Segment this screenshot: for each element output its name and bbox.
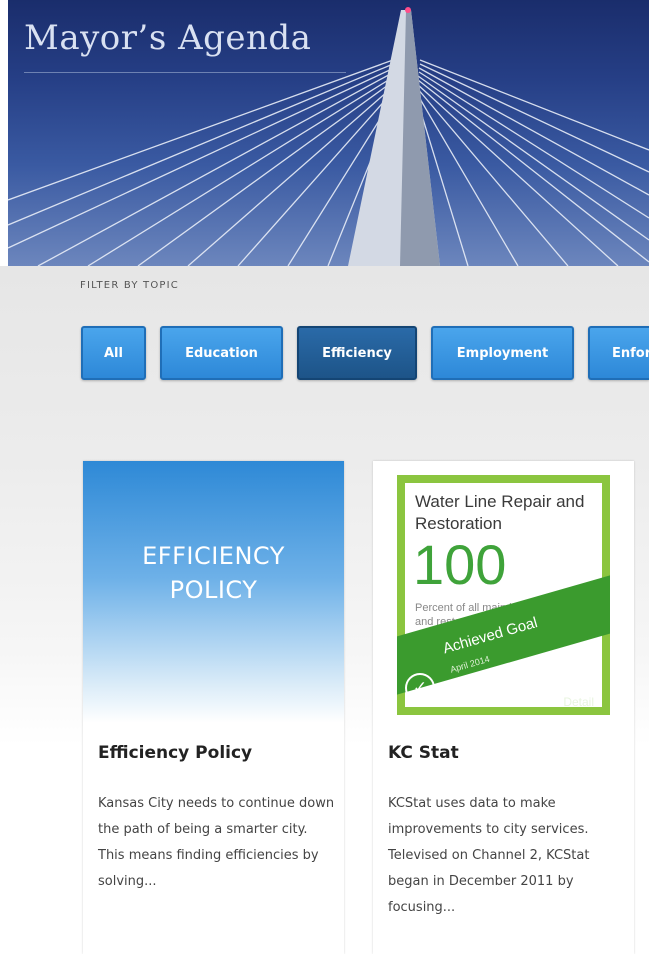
card-image-caption: EFFICIENCY POLICY [142, 542, 285, 604]
filter-button-efficiency[interactable]: Efficiency [297, 326, 417, 380]
checkmark-icon: ✓ [405, 673, 435, 703]
agenda-card-kc-stat[interactable]: Water Line Repair and Restoration 100 Pe… [373, 461, 634, 954]
card-description: KCStat uses data to make improvements to… [388, 796, 590, 915]
title-divider [24, 72, 346, 73]
agenda-card-efficiency-policy[interactable]: EFFICIENCY POLICY Efficiency Policy Kans… [83, 461, 344, 954]
tile-title: Water Line Repair and Restoration [415, 492, 585, 533]
kcstat-tile[interactable]: Water Line Repair and Restoration 100 Pe… [397, 475, 610, 715]
card-image[interactable]: Water Line Repair and Restoration 100 Pe… [373, 461, 634, 723]
filter-label: FILTER BY TOPIC [80, 280, 179, 291]
card-image[interactable]: EFFICIENCY POLICY [83, 461, 344, 723]
filter-button-employment[interactable]: Employment [431, 326, 574, 380]
page-title: Mayor’s Agenda [24, 18, 312, 58]
hero-banner: Mayor’s Agenda [8, 0, 649, 266]
filter-button-enforcement[interactable]: Enfor [588, 326, 649, 380]
card-title[interactable]: KC Stat [388, 743, 459, 763]
tile-number: 100 [413, 533, 507, 596]
tile-detail-link[interactable]: Detail › [563, 695, 602, 709]
filter-button-all[interactable]: All [81, 326, 146, 380]
card-description: Kansas City needs to continue down the p… [98, 796, 335, 889]
filter-button-education[interactable]: Education [160, 326, 283, 380]
card-title[interactable]: Efficiency Policy [98, 743, 252, 763]
chevron-right-icon: › [598, 695, 602, 709]
